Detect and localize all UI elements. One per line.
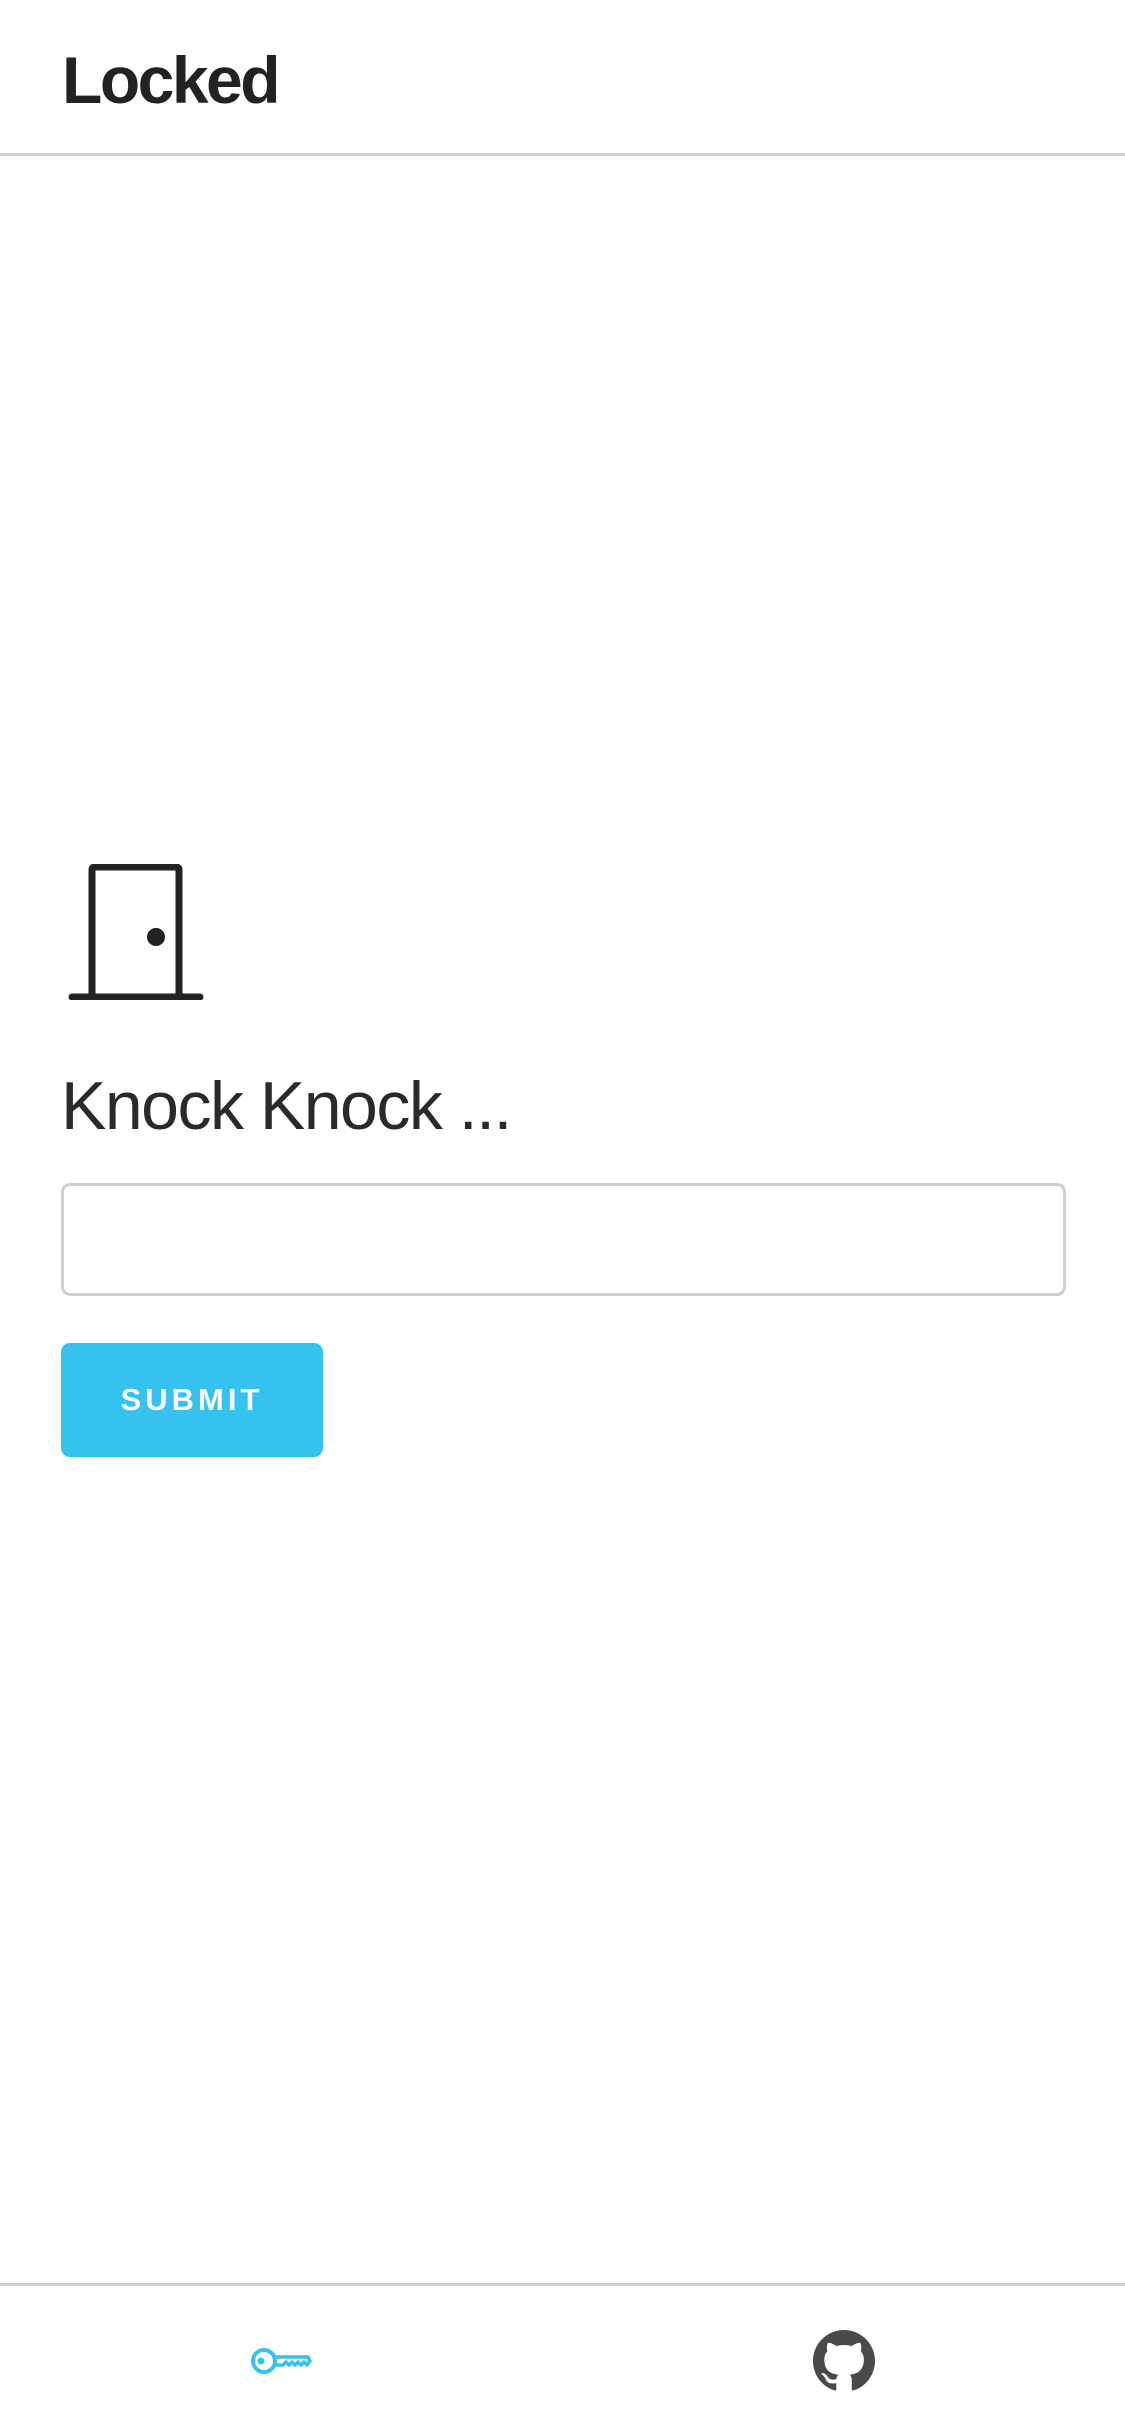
page-title: Locked bbox=[62, 43, 281, 117]
submit-button[interactable]: SUBMIT bbox=[61, 1343, 323, 1457]
key-icon bbox=[251, 2348, 312, 2374]
tab-key[interactable]: key-icon bbox=[0, 2286, 562, 2436]
github-icon bbox=[813, 2330, 875, 2391]
bottom-tab-bar: key-icon github-icon bbox=[0, 2283, 1125, 2436]
knock-prompt: Knock Knock ... bbox=[61, 1068, 512, 1144]
answer-input[interactable] bbox=[61, 1183, 1066, 1296]
lock-screen: Knock Knock ... SUBMIT bbox=[0, 156, 1125, 2284]
tab-github[interactable]: github-icon bbox=[563, 2286, 1125, 2436]
app-header: Locked bbox=[0, 0, 1125, 156]
door-icon bbox=[68, 864, 204, 1000]
